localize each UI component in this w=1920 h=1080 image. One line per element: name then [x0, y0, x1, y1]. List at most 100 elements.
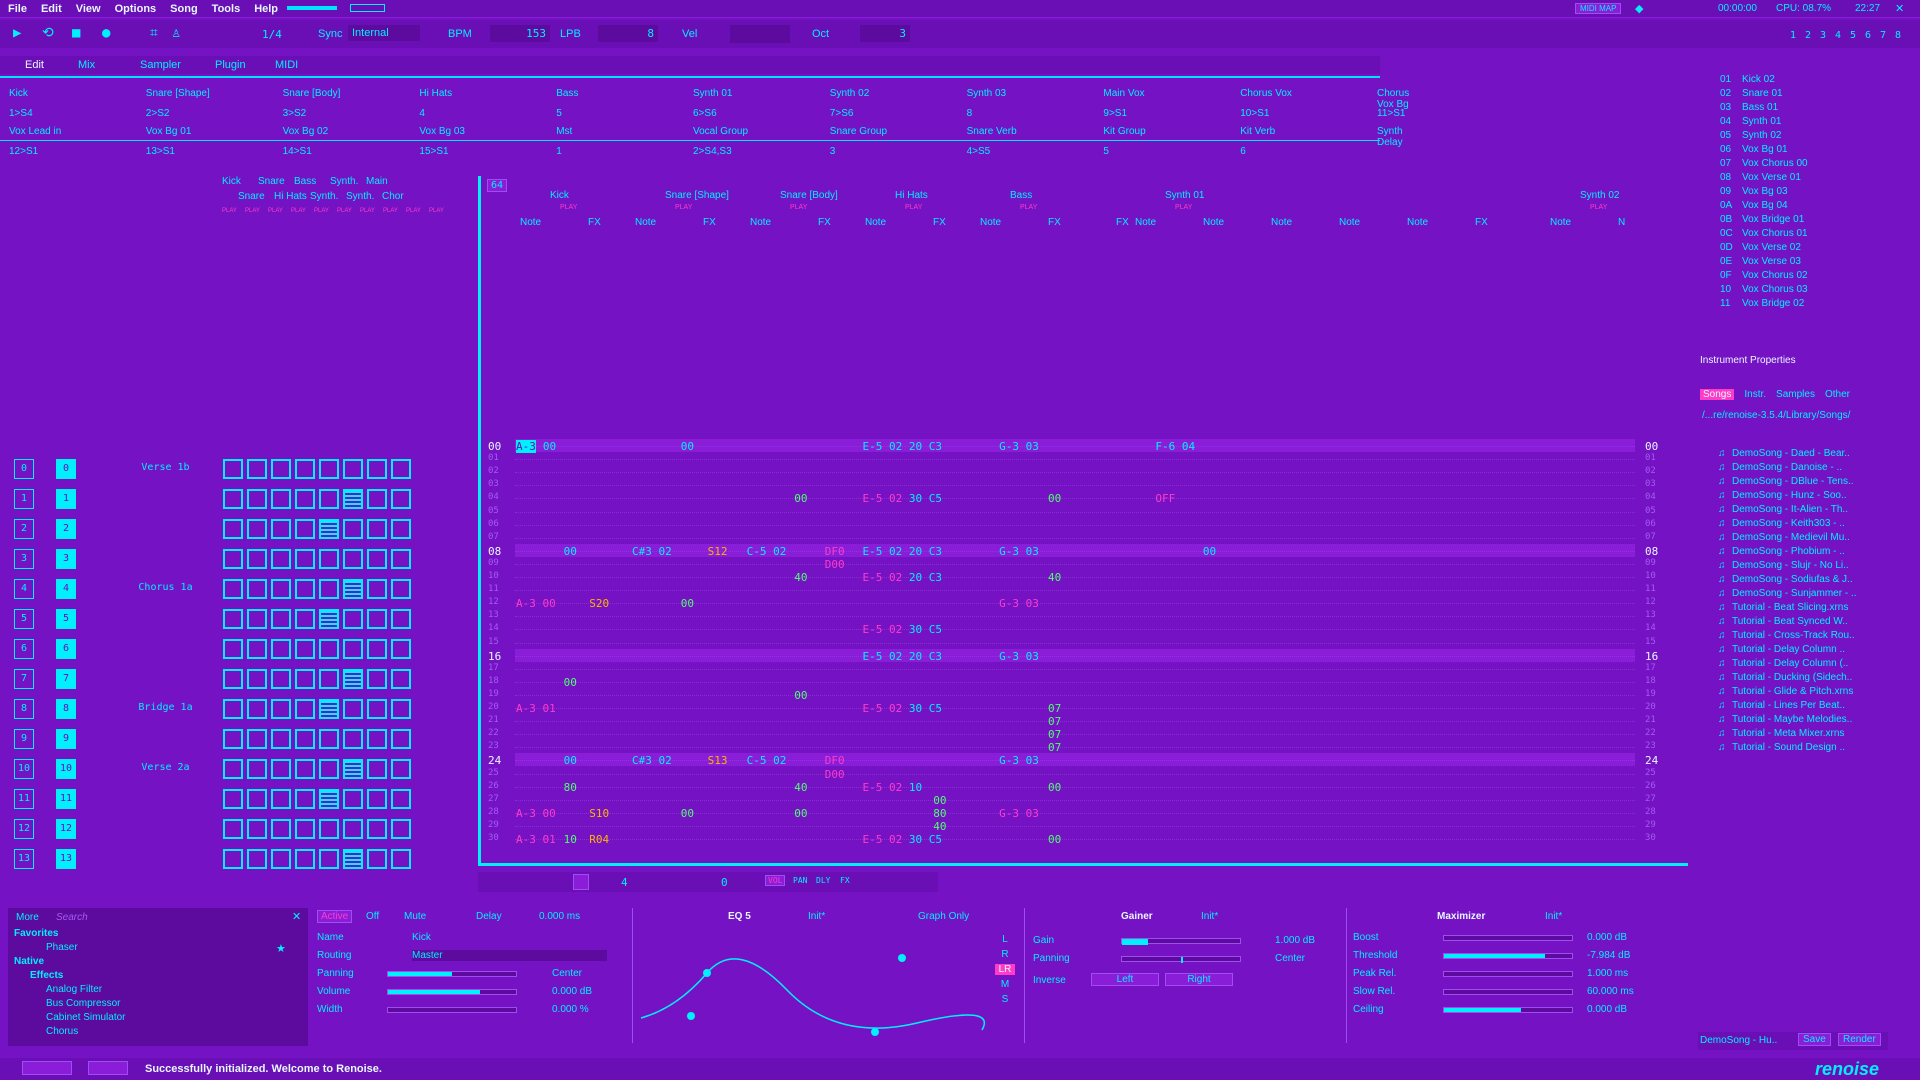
- matrix-slot[interactable]: [295, 639, 315, 659]
- edit-step-value[interactable]: 0: [721, 876, 728, 889]
- eq-channel-s[interactable]: S: [995, 994, 1015, 1005]
- file-list-item[interactable]: ♫ DemoSong - Danoise - ..: [1718, 462, 1888, 473]
- matrix-slot[interactable]: [343, 459, 363, 479]
- instrument-item[interactable]: 11 Vox Bridge 02: [1720, 298, 1880, 309]
- matrix-slot[interactable]: [247, 819, 267, 839]
- pattern-cell[interactable]: A-3 01: [516, 833, 556, 846]
- pattern-cell[interactable]: 00: [564, 754, 577, 767]
- dsp-tree-item[interactable]: Effects: [30, 970, 63, 981]
- dsp-tree-item[interactable]: Phaser: [46, 942, 78, 953]
- matrix-slot[interactable]: [223, 489, 243, 509]
- menu-options[interactable]: Options: [115, 3, 157, 15]
- matrix-slot[interactable]: [367, 849, 387, 869]
- pattern-cell[interactable]: E-5 02 20 C3: [863, 440, 942, 453]
- matrix-slot[interactable]: [319, 519, 339, 539]
- gainer-panning-slider[interactable]: [1121, 956, 1241, 963]
- file-list-item[interactable]: ♫ Tutorial - Beat Synced W..: [1718, 616, 1888, 627]
- matrix-slot[interactable]: [343, 609, 363, 629]
- tab-edit[interactable]: Edit: [25, 59, 44, 71]
- pattern-cell[interactable]: 07: [1048, 728, 1061, 741]
- matrix-slot[interactable]: [319, 729, 339, 749]
- matrix-slot[interactable]: [391, 639, 411, 659]
- pattern-cell[interactable]: S13: [708, 754, 728, 767]
- sequence-row[interactable]: 8 8 Bridge 1a: [8, 695, 468, 721]
- pattern-cell[interactable]: E-5 02: [863, 623, 903, 636]
- dsp-tree-item[interactable]: Cabinet Simulator: [46, 1012, 125, 1023]
- eq-band-4-handle[interactable]: [871, 1028, 879, 1036]
- velocity-value[interactable]: [730, 25, 790, 43]
- loop-icon[interactable]: ⟲: [42, 25, 54, 41]
- pattern-cell[interactable]: C-5 02: [747, 754, 787, 767]
- matrix-slot[interactable]: [247, 639, 267, 659]
- matrix-slot[interactable]: [343, 729, 363, 749]
- matrix-slot[interactable]: [223, 759, 243, 779]
- matrix-slot[interactable]: [247, 549, 267, 569]
- delay-value[interactable]: 0.000 ms: [539, 911, 580, 922]
- eq-channel-r[interactable]: R: [995, 949, 1015, 960]
- matrix-slot[interactable]: [271, 669, 291, 689]
- matrix-slot[interactable]: [223, 819, 243, 839]
- matrix-slot[interactable]: [319, 549, 339, 569]
- pattern-cell[interactable]: 00: [1203, 545, 1216, 558]
- pattern-cell[interactable]: 40: [794, 781, 807, 794]
- matrix-slot[interactable]: [223, 579, 243, 599]
- pattern-cell[interactable]: DF0: [825, 545, 845, 558]
- pattern-cell[interactable]: 00: [543, 440, 556, 453]
- file-list-item[interactable]: ♫ DemoSong - Hunz - Soo..: [1718, 490, 1888, 501]
- lpb-value[interactable]: 8: [598, 25, 658, 42]
- pattern-cell[interactable]: 00: [794, 492, 807, 505]
- matrix-slot[interactable]: [247, 759, 267, 779]
- matrix-slot[interactable]: [367, 759, 387, 779]
- gainer-preset[interactable]: Init*: [1201, 911, 1218, 922]
- pattern-cell[interactable]: G-3 03: [999, 754, 1039, 767]
- matrix-slot[interactable]: [247, 519, 267, 539]
- instrument-item[interactable]: 0F Vox Chorus 02: [1720, 270, 1880, 281]
- instrument-item[interactable]: 10 Vox Chorus 03: [1720, 284, 1880, 295]
- pattern-cell[interactable]: OFF: [1155, 492, 1175, 505]
- pattern-cell[interactable]: G-3 03: [999, 545, 1039, 558]
- matrix-slot[interactable]: [247, 459, 267, 479]
- matrix-slot[interactable]: [367, 669, 387, 689]
- matrix-slot[interactable]: [247, 669, 267, 689]
- file-list-item[interactable]: ♫ DemoSong - It-Alien - Th..: [1718, 504, 1888, 515]
- track-select-button[interactable]: 4: [1835, 30, 1850, 41]
- maximizer-param-slider[interactable]: [1443, 1007, 1573, 1013]
- file-list-item[interactable]: ♫ Tutorial - Sound Design ..: [1718, 742, 1888, 753]
- matrix-slot[interactable]: [391, 819, 411, 839]
- eq-band-1-handle[interactable]: [703, 969, 711, 977]
- active-button[interactable]: Active: [317, 910, 353, 923]
- sequence-pattern-number[interactable]: 8: [56, 699, 76, 719]
- matrix-slot[interactable]: [247, 849, 267, 869]
- pattern-cell[interactable]: 00: [564, 676, 577, 689]
- sequence-row[interactable]: 10 10 Verse 2a: [8, 755, 468, 781]
- sequence-row[interactable]: 13 13: [8, 845, 468, 871]
- matrix-slot[interactable]: [271, 489, 291, 509]
- pattern-cell[interactable]: S12: [708, 545, 728, 558]
- pattern-cell[interactable]: 10: [564, 833, 577, 846]
- volume-slider[interactable]: [387, 989, 517, 995]
- matrix-slot[interactable]: [343, 849, 363, 869]
- bpm-value[interactable]: 153: [490, 25, 550, 42]
- matrix-slot[interactable]: [223, 699, 243, 719]
- instrument-item[interactable]: 09 Vox Bg 03: [1720, 186, 1880, 197]
- pattern-cell[interactable]: C#3 02: [632, 754, 672, 767]
- matrix-slot[interactable]: [367, 459, 387, 479]
- matrix-slot[interactable]: [271, 699, 291, 719]
- pattern-track-name[interactable]: Synth 02: [1580, 190, 1619, 201]
- sequence-pattern-number[interactable]: 6: [56, 639, 76, 659]
- pattern-cell[interactable]: C-5 02: [747, 545, 787, 558]
- pan-column-toggle[interactable]: PAN: [793, 876, 807, 885]
- matrix-slot[interactable]: [295, 759, 315, 779]
- maximizer-param-slider[interactable]: [1443, 953, 1573, 959]
- eq-band-2-handle[interactable]: [687, 1012, 695, 1020]
- matrix-slot[interactable]: [223, 669, 243, 689]
- mute-button[interactable]: Mute: [404, 911, 426, 922]
- routing-field[interactable]: Master: [412, 950, 607, 961]
- pattern-cell[interactable]: DF0: [825, 754, 845, 767]
- matrix-slot[interactable]: [295, 729, 315, 749]
- browser-tab-instr[interactable]: Instr.: [1744, 389, 1766, 400]
- browser-tab-other[interactable]: Other: [1825, 389, 1850, 400]
- track-select-button[interactable]: 3: [1820, 30, 1835, 41]
- eq-preset[interactable]: Init*: [808, 911, 825, 922]
- file-list-item[interactable]: ♫ DemoSong - Phobium - ..: [1718, 546, 1888, 557]
